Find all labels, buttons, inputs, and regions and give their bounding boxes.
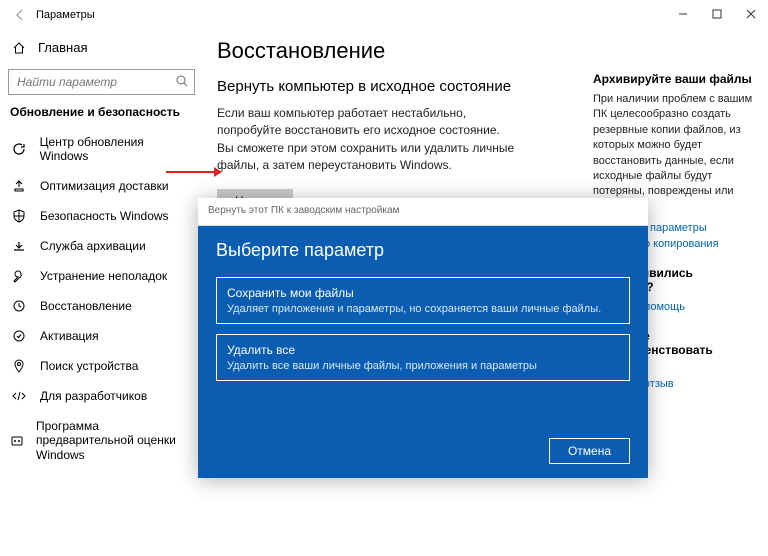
- nav-label: Безопасность Windows: [40, 209, 169, 223]
- sidebar-item-update[interactable]: Центр обновления Windows: [0, 127, 203, 171]
- section-title: Вернуть компьютер в исходное состояние: [217, 78, 573, 95]
- home-icon: [10, 41, 28, 55]
- nav-label: Активация: [40, 329, 99, 343]
- option-desc: Удалить все ваши личные файлы, приложени…: [227, 360, 619, 372]
- section-label: Обновление и безопасность: [0, 105, 203, 127]
- nav-label: Оптимизация доставки: [40, 179, 169, 193]
- delivery-icon: [10, 179, 28, 193]
- nav-label: Поиск устройства: [40, 359, 138, 373]
- option-title: Удалить все: [227, 343, 619, 357]
- nav-label: Служба архивации: [40, 239, 146, 253]
- aside-para-1: При наличии проблем с вашим ПК целесообр…: [593, 92, 756, 215]
- sidebar-item-backup[interactable]: Служба архивации: [0, 231, 203, 261]
- sidebar-item-recovery[interactable]: Восстановление: [0, 291, 203, 321]
- minimize-icon[interactable]: [666, 0, 700, 28]
- option-desc: Удаляет приложения и параметры, но сохра…: [227, 303, 619, 315]
- titlebar: Параметры: [0, 0, 768, 30]
- maximize-icon[interactable]: [700, 0, 734, 28]
- sidebar-item-developers[interactable]: Для разработчиков: [0, 381, 203, 411]
- sidebar-item-insider[interactable]: Программа предварительной оценки Windows: [0, 411, 203, 470]
- home-link[interactable]: Главная: [0, 34, 203, 61]
- dev-icon: [10, 389, 28, 403]
- option-title: Сохранить мои файлы: [227, 286, 619, 300]
- home-label: Главная: [38, 40, 87, 55]
- option-remove-all[interactable]: Удалить все Удалить все ваши личные файл…: [216, 334, 630, 381]
- sidebar: Главная Обновление и безопасность Центр …: [0, 30, 203, 556]
- close-icon[interactable]: [734, 0, 768, 28]
- key-icon: [10, 329, 28, 343]
- wrench-icon: [10, 269, 28, 283]
- backup-icon: [10, 239, 28, 253]
- nav-label: Для разработчиков: [40, 389, 147, 403]
- cancel-button[interactable]: Отмена: [549, 438, 630, 464]
- sidebar-item-find[interactable]: Поиск устройства: [0, 351, 203, 381]
- reset-dialog: Вернуть этот ПК к заводским настройкам В…: [198, 198, 648, 478]
- search-icon: [175, 74, 189, 88]
- sidebar-item-delivery[interactable]: Оптимизация доставки: [0, 171, 203, 201]
- shield-icon: [10, 209, 28, 223]
- sidebar-item-troubleshoot[interactable]: Устранение неполадок: [0, 261, 203, 291]
- recovery-icon: [10, 299, 28, 313]
- search-input[interactable]: [8, 69, 195, 95]
- window-title: Параметры: [32, 9, 95, 21]
- option-keep-files[interactable]: Сохранить мои файлы Удаляет приложения и…: [216, 277, 630, 324]
- section-desc: Если ваш компьютер работает нестабильно,…: [217, 105, 517, 175]
- aside-title-1: Архивируйте ваши файлы: [593, 72, 756, 86]
- dialog-header: Вернуть этот ПК к заводским настройкам: [198, 198, 648, 226]
- search-box[interactable]: [8, 69, 195, 95]
- nav-label: Центр обновления Windows: [40, 135, 193, 163]
- dialog-title: Выберите параметр: [216, 240, 630, 261]
- nav-label: Восстановление: [40, 299, 132, 313]
- refresh-icon: [10, 142, 28, 156]
- window-controls: [666, 0, 768, 28]
- dialog-body: Выберите параметр Сохранить мои файлы Уд…: [198, 226, 648, 478]
- nav-label: Устранение неполадок: [40, 269, 167, 283]
- sidebar-item-activation[interactable]: Активация: [0, 321, 203, 351]
- page-title: Восстановление: [217, 38, 573, 64]
- insider-icon: [10, 434, 24, 448]
- nav-label: Программа предварительной оценки Windows: [36, 419, 193, 462]
- back-icon[interactable]: [8, 3, 32, 27]
- location-icon: [10, 359, 28, 373]
- sidebar-item-security[interactable]: Безопасность Windows: [0, 201, 203, 231]
